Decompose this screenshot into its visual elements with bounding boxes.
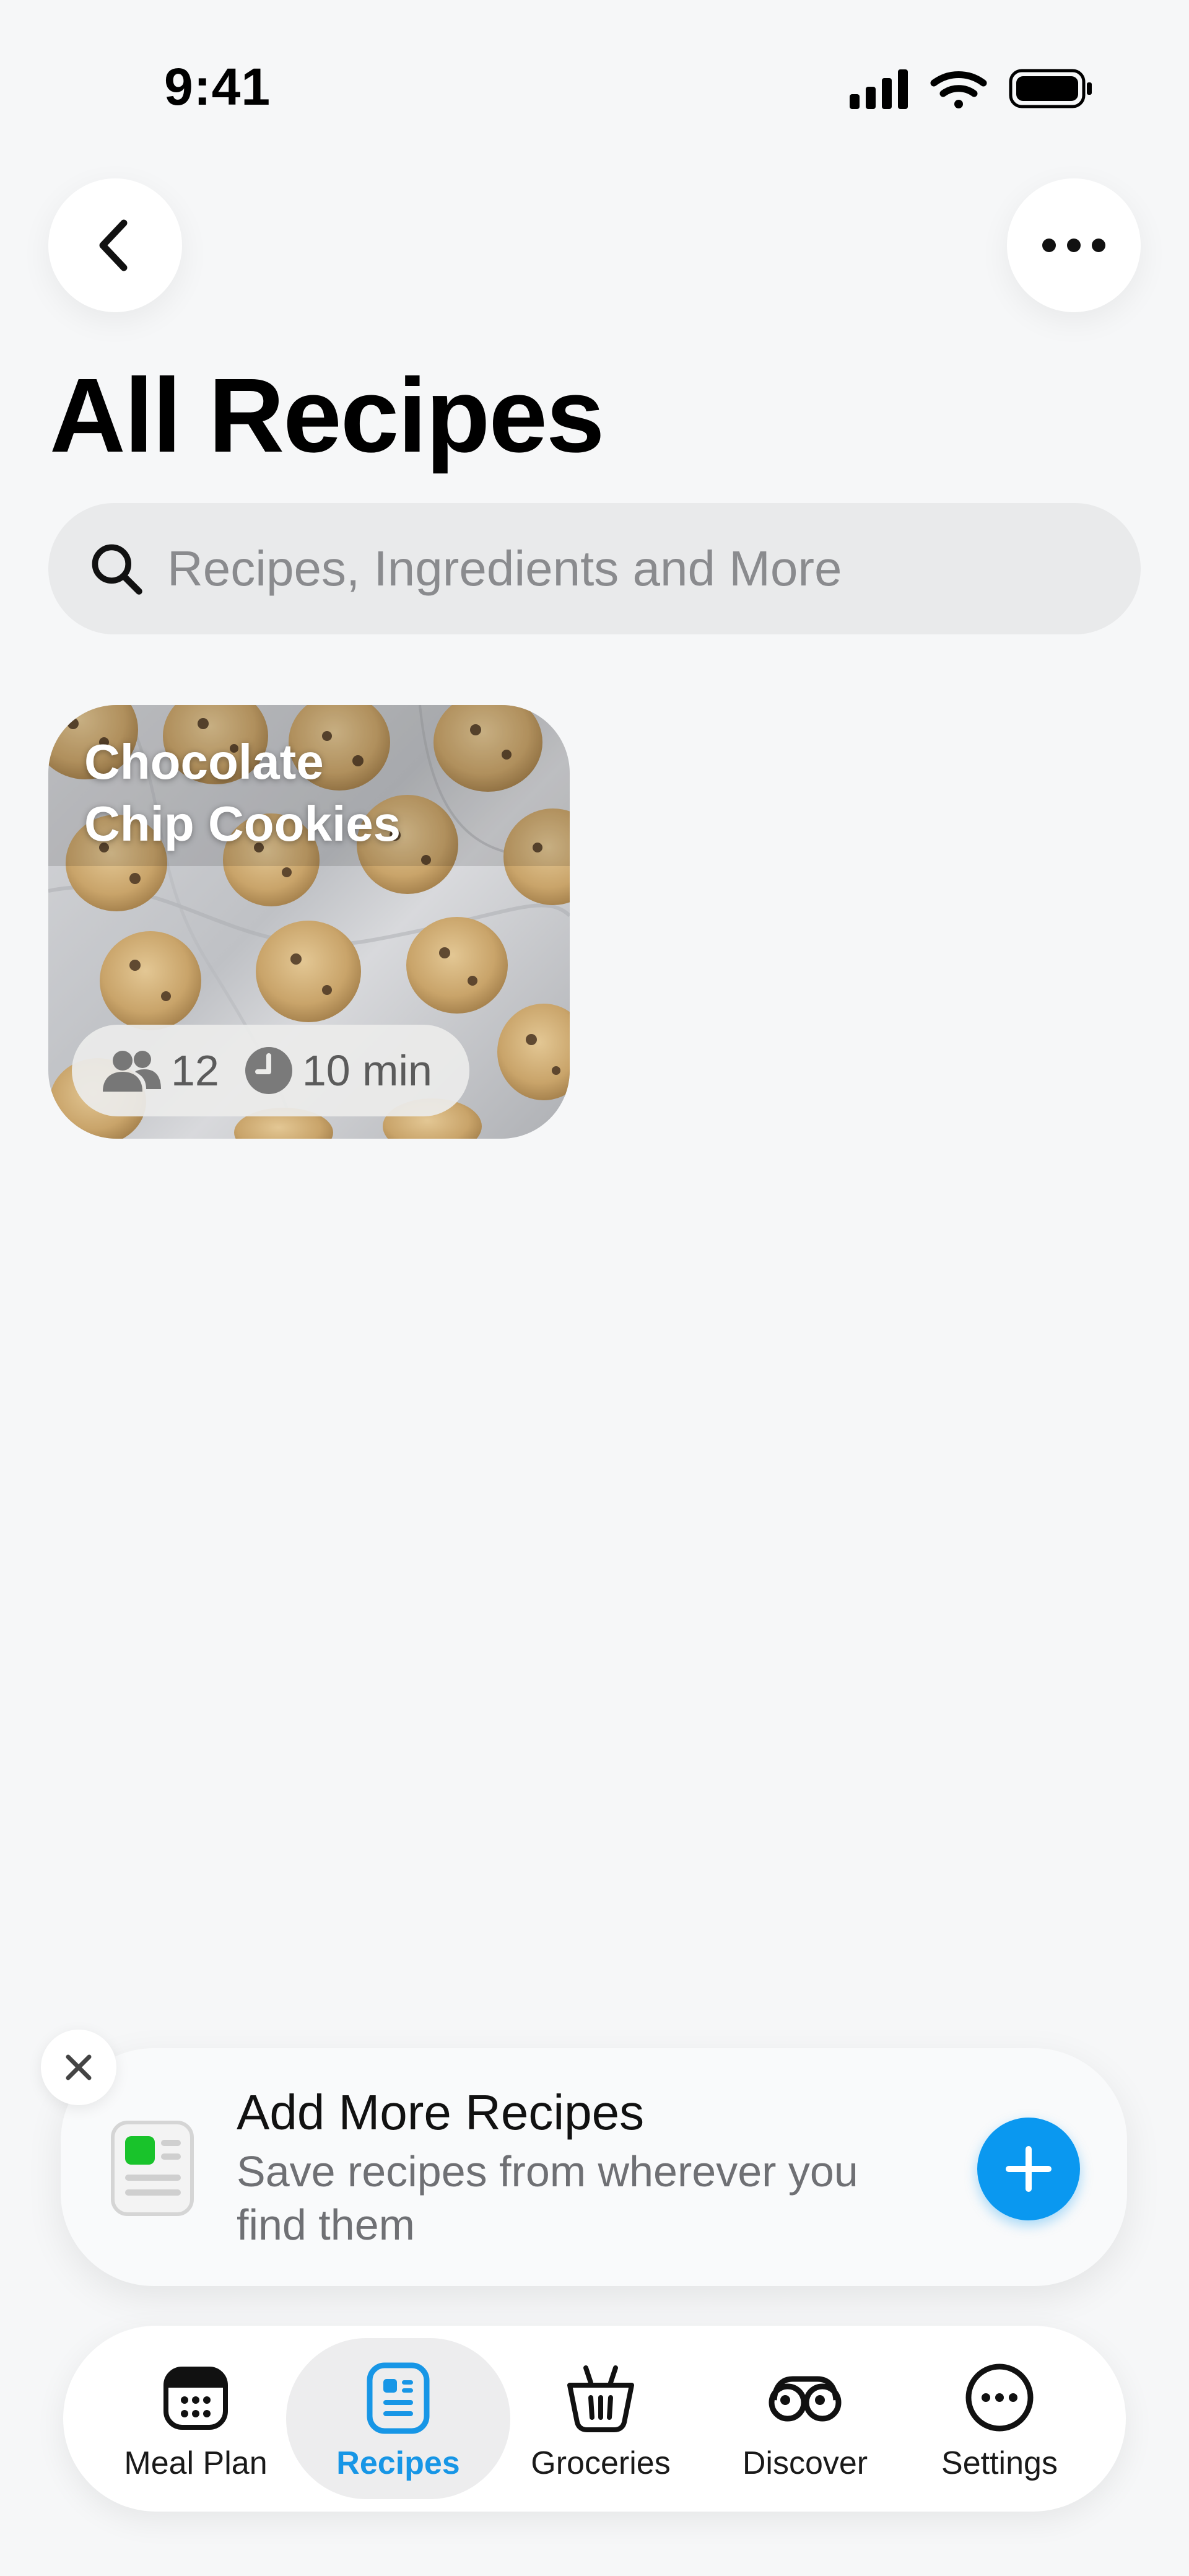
page-title: All Recipes bbox=[50, 357, 604, 475]
calendar-icon bbox=[163, 2367, 228, 2430]
status-icons bbox=[848, 67, 1096, 110]
recipe-servings: 12 bbox=[171, 1046, 219, 1095]
tab-discover[interactable]: Discover bbox=[712, 2360, 898, 2482]
status-time: 9:41 bbox=[164, 58, 271, 116]
banner-title: Add More Recipes bbox=[237, 2085, 645, 2140]
cellular-signal-icon bbox=[850, 69, 908, 109]
wifi-icon bbox=[930, 71, 987, 108]
battery-icon bbox=[1009, 69, 1092, 108]
plus-icon bbox=[1006, 2146, 1052, 2192]
recipe-document-icon bbox=[111, 2121, 194, 2216]
tab-label-meal-plan: Meal Plan bbox=[124, 2445, 268, 2481]
add-recipe-button[interactable] bbox=[977, 2118, 1080, 2220]
tab-settings[interactable]: Settings bbox=[907, 2360, 1092, 2482]
tab-recipes[interactable]: Recipes bbox=[305, 2360, 491, 2482]
clock-icon bbox=[245, 1047, 292, 1094]
ellipsis-icon bbox=[1042, 239, 1105, 252]
recipe-meta: 12 10 min bbox=[72, 1025, 469, 1116]
more-options-button[interactable] bbox=[1007, 178, 1141, 312]
recipe-card[interactable]: Chocolate Chip Cookies 12 10 min bbox=[48, 705, 570, 1139]
people-icon bbox=[103, 1051, 161, 1092]
search-input[interactable]: Recipes, Ingredients and More bbox=[167, 540, 842, 597]
tab-meal-plan[interactable]: Meal Plan bbox=[103, 2360, 289, 2482]
recipe-title: Chocolate Chip Cookies bbox=[84, 731, 518, 855]
tab-label-settings: Settings bbox=[941, 2445, 1058, 2481]
binoculars-icon bbox=[769, 2376, 842, 2422]
banner-subtitle: Save recipes from wherever you find them bbox=[237, 2145, 905, 2251]
tab-groceries[interactable]: Groceries bbox=[508, 2360, 694, 2482]
close-icon bbox=[66, 2054, 92, 2080]
recipe-title-line2: Chip Cookies bbox=[84, 796, 401, 851]
recipe-title-line1: Chocolate bbox=[84, 734, 324, 789]
recipe-time: 10 min bbox=[302, 1046, 432, 1095]
search-icon bbox=[92, 544, 142, 595]
tab-label-discover: Discover bbox=[742, 2445, 868, 2481]
tab-label-recipes: Recipes bbox=[336, 2445, 460, 2481]
banner-subtitle-line2: find them bbox=[237, 2201, 415, 2249]
dismiss-banner-button[interactable] bbox=[41, 2030, 116, 2105]
back-button[interactable] bbox=[48, 178, 182, 312]
ellipsis-circle-icon bbox=[965, 2364, 1034, 2432]
basket-icon bbox=[567, 2365, 634, 2432]
search-bar[interactable]: Recipes, Ingredients and More bbox=[48, 503, 1141, 634]
recipe-card-icon bbox=[367, 2362, 430, 2434]
banner-subtitle-line1: Save recipes from wherever you bbox=[237, 2147, 858, 2196]
tab-label-groceries: Groceries bbox=[531, 2445, 671, 2481]
chevron-left-icon bbox=[99, 219, 128, 271]
